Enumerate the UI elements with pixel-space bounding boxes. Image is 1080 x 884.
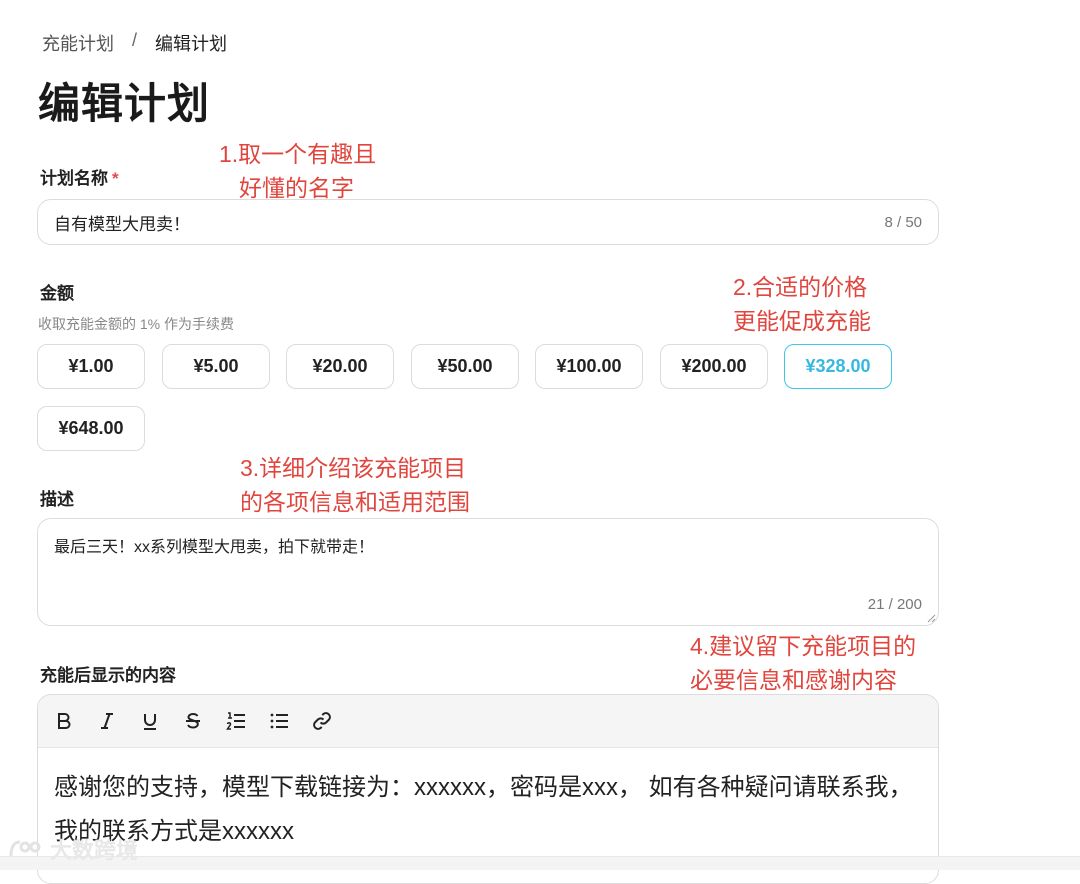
italic-icon[interactable]: [93, 707, 121, 735]
annotation-3: 3.详细介绍该充能项目 的各项信息和适用范围: [240, 451, 470, 519]
description-label: 描述: [40, 490, 74, 509]
annotation-4-line1: 4.建议留下充能项目的: [690, 633, 917, 659]
plan-name-value[interactable]: 自有模型大甩卖！: [54, 210, 884, 235]
description-textarea[interactable]: 最后三天！xx系列模型大甩卖，拍下就带走！ 21 / 200: [37, 518, 939, 626]
annotation-1-line2: 好懂的名字: [239, 175, 354, 201]
amount-option-20[interactable]: ¥20.00: [286, 344, 394, 389]
editor-toolbar: [38, 695, 938, 748]
description-counter: 21 / 200: [867, 596, 922, 613]
annotation-1: 1.取一个有趣且 好懂的名字: [219, 137, 376, 205]
plan-name-counter: 8 / 50: [884, 213, 922, 231]
breadcrumb-separator: /: [132, 30, 138, 50]
bold-icon[interactable]: [50, 707, 78, 735]
breadcrumb-current: 编辑计划: [155, 34, 228, 54]
bottom-bar: [0, 856, 1080, 870]
resize-handle-icon[interactable]: [926, 613, 936, 623]
annotation-2-line1: 2.合适的价格: [733, 274, 868, 300]
page-title: 编辑计划: [38, 80, 211, 127]
watermark: 大数跨境: [8, 833, 138, 865]
annotation-2: 2.合适的价格 更能促成充能: [733, 270, 871, 338]
plan-name-label: 计划名称 *: [40, 164, 119, 189]
amount-option-5[interactable]: ¥5.00: [162, 344, 270, 389]
plan-name-input[interactable]: 自有模型大甩卖！ 8 / 50: [37, 199, 939, 245]
amount-option-648[interactable]: ¥648.00: [37, 406, 145, 451]
amount-label: 金额: [40, 284, 74, 303]
ordered-list-icon[interactable]: [222, 707, 250, 735]
breadcrumb-parent[interactable]: 充能计划: [42, 30, 114, 56]
annotation-4: 4.建议留下充能项目的 必要信息和感谢内容: [690, 629, 916, 697]
annotation-1-line1: 1.取一个有趣且: [219, 141, 377, 167]
required-mark: *: [112, 169, 119, 188]
amount-hint: 收取充能金额的 1% 作为手续费: [38, 316, 235, 332]
breadcrumb: 充能计划 / 编辑计划: [42, 30, 227, 56]
underline-icon[interactable]: [136, 707, 164, 735]
plan-name-label-text: 计划名称: [40, 169, 108, 188]
amount-option-328-selected[interactable]: ¥328.00: [784, 344, 892, 389]
link-icon[interactable]: [308, 707, 336, 735]
amount-option-1[interactable]: ¥1.00: [37, 344, 145, 389]
editor-content[interactable]: 感谢您的支持，模型下载链接为：xxxxxx，密码是xxx， 如有各种疑问请联系我…: [38, 748, 938, 872]
bullet-list-icon[interactable]: [265, 707, 293, 735]
amount-option-200[interactable]: ¥200.00: [660, 344, 768, 389]
amount-option-50[interactable]: ¥50.00: [411, 344, 519, 389]
post-content-label: 充能后显示的内容: [40, 666, 176, 685]
watermark-text: 大数跨境: [50, 838, 139, 863]
annotation-3-line1: 3.详细介绍该充能项目: [240, 455, 467, 481]
amount-option-100[interactable]: ¥100.00: [535, 344, 643, 389]
strikethrough-icon[interactable]: [179, 707, 207, 735]
annotation-4-line2: 必要信息和感谢内容: [690, 667, 897, 693]
description-value[interactable]: 最后三天！xx系列模型大甩卖，拍下就带走！: [54, 539, 374, 556]
watermark-logo-icon: [9, 840, 41, 857]
annotation-3-line2: 的各项信息和适用范围: [240, 489, 470, 515]
annotation-2-line2: 更能促成充能: [733, 308, 871, 334]
